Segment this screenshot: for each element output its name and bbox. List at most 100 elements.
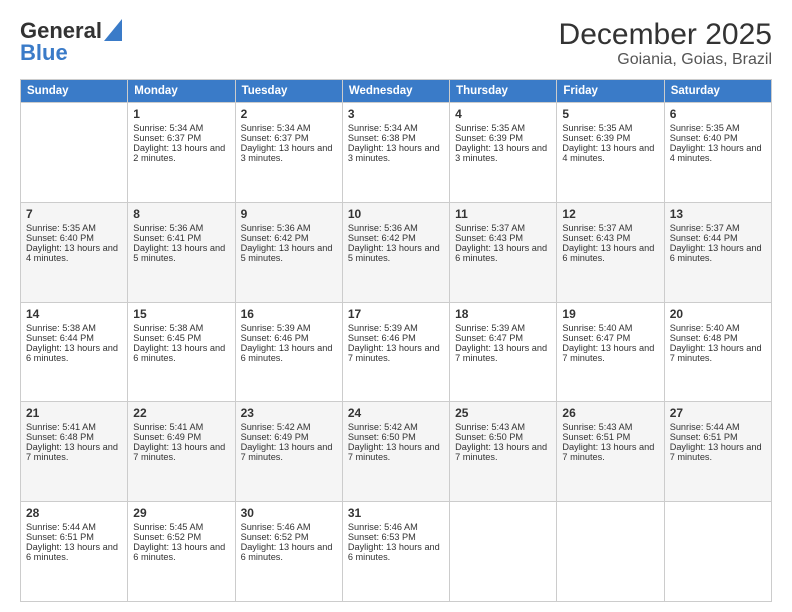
sunset-text: Sunset: 6:53 PM bbox=[348, 532, 444, 542]
daylight-text: Daylight: 13 hours and 2 minutes. bbox=[133, 143, 229, 163]
daylight-text: Daylight: 13 hours and 7 minutes. bbox=[562, 343, 658, 363]
calendar-week-row: 21Sunrise: 5:41 AMSunset: 6:48 PMDayligh… bbox=[21, 402, 772, 502]
daylight-text: Daylight: 13 hours and 7 minutes. bbox=[348, 442, 444, 462]
sunrise-text: Sunrise: 5:41 AM bbox=[26, 422, 122, 432]
sunrise-text: Sunrise: 5:39 AM bbox=[241, 323, 337, 333]
day-number: 15 bbox=[133, 307, 229, 321]
table-row: 31Sunrise: 5:46 AMSunset: 6:53 PMDayligh… bbox=[342, 502, 449, 602]
daylight-text: Daylight: 13 hours and 3 minutes. bbox=[241, 143, 337, 163]
table-row: 21Sunrise: 5:41 AMSunset: 6:48 PMDayligh… bbox=[21, 402, 128, 502]
table-row: 17Sunrise: 5:39 AMSunset: 6:46 PMDayligh… bbox=[342, 302, 449, 402]
daylight-text: Daylight: 13 hours and 6 minutes. bbox=[133, 343, 229, 363]
sunrise-text: Sunrise: 5:45 AM bbox=[133, 522, 229, 532]
day-number: 23 bbox=[241, 406, 337, 420]
daylight-text: Daylight: 13 hours and 7 minutes. bbox=[670, 442, 766, 462]
header-wednesday: Wednesday bbox=[342, 80, 449, 103]
daylight-text: Daylight: 13 hours and 6 minutes. bbox=[562, 243, 658, 263]
calendar-week-row: 14Sunrise: 5:38 AMSunset: 6:44 PMDayligh… bbox=[21, 302, 772, 402]
daylight-text: Daylight: 13 hours and 6 minutes. bbox=[26, 343, 122, 363]
day-number: 20 bbox=[670, 307, 766, 321]
header: General Blue December 2025 Goiania, Goia… bbox=[20, 18, 772, 69]
sunrise-text: Sunrise: 5:34 AM bbox=[241, 123, 337, 133]
sunset-text: Sunset: 6:44 PM bbox=[670, 233, 766, 243]
calendar-week-row: 1Sunrise: 5:34 AMSunset: 6:37 PMDaylight… bbox=[21, 103, 772, 203]
header-friday: Friday bbox=[557, 80, 664, 103]
daylight-text: Daylight: 13 hours and 4 minutes. bbox=[26, 243, 122, 263]
sunrise-text: Sunrise: 5:40 AM bbox=[670, 323, 766, 333]
daylight-text: Daylight: 13 hours and 5 minutes. bbox=[348, 243, 444, 263]
sunset-text: Sunset: 6:39 PM bbox=[455, 133, 551, 143]
day-number: 10 bbox=[348, 207, 444, 221]
daylight-text: Daylight: 13 hours and 7 minutes. bbox=[241, 442, 337, 462]
day-number: 28 bbox=[26, 506, 122, 520]
table-row: 7 Sunrise: 5:35 AMSunset: 6:40 PMDaylight… bbox=[21, 202, 128, 302]
sunset-text: Sunset: 6:39 PM bbox=[562, 133, 658, 143]
daylight-text: Daylight: 13 hours and 7 minutes. bbox=[670, 343, 766, 363]
table-row bbox=[664, 502, 771, 602]
table-row: 6Sunrise: 5:35 AMSunset: 6:40 PMDaylight… bbox=[664, 103, 771, 203]
table-row: 11Sunrise: 5:37 AMSunset: 6:43 PMDayligh… bbox=[450, 202, 557, 302]
header-monday: Monday bbox=[128, 80, 235, 103]
table-row: 8Sunrise: 5:36 AMSunset: 6:41 PMDaylight… bbox=[128, 202, 235, 302]
table-row: 3Sunrise: 5:34 AMSunset: 6:38 PMDaylight… bbox=[342, 103, 449, 203]
day-number: 30 bbox=[241, 506, 337, 520]
day-number: 1 bbox=[133, 107, 229, 121]
sunrise-text: Sunrise: 5:42 AM bbox=[348, 422, 444, 432]
day-number: 11 bbox=[455, 207, 551, 221]
day-number: 8 bbox=[133, 207, 229, 221]
sunrise-text: Sunrise: 5:35 AM bbox=[26, 223, 122, 233]
sunset-text: Sunset: 6:43 PM bbox=[562, 233, 658, 243]
day-number: 4 bbox=[455, 107, 551, 121]
sunset-text: Sunset: 6:47 PM bbox=[455, 333, 551, 343]
sunrise-text: Sunrise: 5:42 AM bbox=[241, 422, 337, 432]
table-row: 25Sunrise: 5:43 AMSunset: 6:50 PMDayligh… bbox=[450, 402, 557, 502]
day-number: 6 bbox=[670, 107, 766, 121]
header-thursday: Thursday bbox=[450, 80, 557, 103]
sunrise-text: Sunrise: 5:43 AM bbox=[562, 422, 658, 432]
sunset-text: Sunset: 6:46 PM bbox=[241, 333, 337, 343]
sunset-text: Sunset: 6:45 PM bbox=[133, 333, 229, 343]
day-number: 7 bbox=[26, 207, 122, 221]
table-row: 12Sunrise: 5:37 AMSunset: 6:43 PMDayligh… bbox=[557, 202, 664, 302]
daylight-text: Daylight: 13 hours and 7 minutes. bbox=[455, 442, 551, 462]
sunset-text: Sunset: 6:40 PM bbox=[26, 233, 122, 243]
sunrise-text: Sunrise: 5:37 AM bbox=[670, 223, 766, 233]
day-number: 5 bbox=[562, 107, 658, 121]
sunrise-text: Sunrise: 5:43 AM bbox=[455, 422, 551, 432]
sunrise-text: Sunrise: 5:36 AM bbox=[241, 223, 337, 233]
sunset-text: Sunset: 6:49 PM bbox=[241, 432, 337, 442]
table-row bbox=[450, 502, 557, 602]
sunset-text: Sunset: 6:40 PM bbox=[670, 133, 766, 143]
daylight-text: Daylight: 13 hours and 7 minutes. bbox=[455, 343, 551, 363]
table-row: 28Sunrise: 5:44 AMSunset: 6:51 PMDayligh… bbox=[21, 502, 128, 602]
table-row: 2Sunrise: 5:34 AMSunset: 6:37 PMDaylight… bbox=[235, 103, 342, 203]
sunset-text: Sunset: 6:47 PM bbox=[562, 333, 658, 343]
sunset-text: Sunset: 6:50 PM bbox=[455, 432, 551, 442]
table-row: 1Sunrise: 5:34 AMSunset: 6:37 PMDaylight… bbox=[128, 103, 235, 203]
sunrise-text: Sunrise: 5:46 AM bbox=[241, 522, 337, 532]
sunrise-text: Sunrise: 5:44 AM bbox=[26, 522, 122, 532]
table-row bbox=[21, 103, 128, 203]
day-number: 12 bbox=[562, 207, 658, 221]
daylight-text: Daylight: 13 hours and 4 minutes. bbox=[562, 143, 658, 163]
title-block: December 2025 Goiania, Goias, Brazil bbox=[559, 18, 772, 69]
day-number: 16 bbox=[241, 307, 337, 321]
header-saturday: Saturday bbox=[664, 80, 771, 103]
sunrise-text: Sunrise: 5:35 AM bbox=[670, 123, 766, 133]
table-row: 13Sunrise: 5:37 AMSunset: 6:44 PMDayligh… bbox=[664, 202, 771, 302]
sunset-text: Sunset: 6:48 PM bbox=[26, 432, 122, 442]
main-title: December 2025 bbox=[559, 18, 772, 51]
daylight-text: Daylight: 13 hours and 6 minutes. bbox=[348, 542, 444, 562]
daylight-text: Daylight: 13 hours and 3 minutes. bbox=[348, 143, 444, 163]
sunrise-text: Sunrise: 5:35 AM bbox=[562, 123, 658, 133]
table-row: 14Sunrise: 5:38 AMSunset: 6:44 PMDayligh… bbox=[21, 302, 128, 402]
sunset-text: Sunset: 6:52 PM bbox=[241, 532, 337, 542]
daylight-text: Daylight: 13 hours and 5 minutes. bbox=[241, 243, 337, 263]
day-number: 27 bbox=[670, 406, 766, 420]
day-number: 19 bbox=[562, 307, 658, 321]
sunset-text: Sunset: 6:51 PM bbox=[26, 532, 122, 542]
daylight-text: Daylight: 13 hours and 6 minutes. bbox=[455, 243, 551, 263]
table-row: 22Sunrise: 5:41 AMSunset: 6:49 PMDayligh… bbox=[128, 402, 235, 502]
sunrise-text: Sunrise: 5:38 AM bbox=[26, 323, 122, 333]
calendar-week-row: 7Sunrise: 5:35 AMSunset: 6:40 PMDaylight… bbox=[21, 202, 772, 302]
